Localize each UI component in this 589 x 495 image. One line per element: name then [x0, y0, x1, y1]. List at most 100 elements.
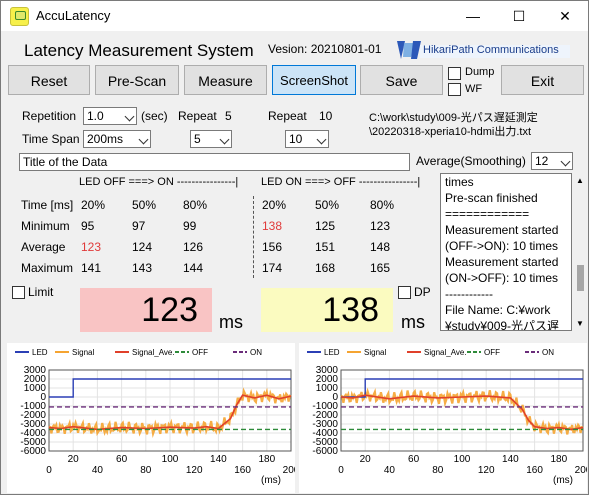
log-line: ¥study¥009-光パス遅延	[445, 319, 560, 331]
off-on-min-50: 97	[132, 219, 146, 233]
on-off-col-50: 50%	[315, 198, 340, 212]
off-on-result-box: 123	[80, 288, 212, 332]
exit-button[interactable]: Exit	[501, 65, 584, 95]
timespan-select[interactable]: 200ms	[83, 130, 151, 148]
screenshot-button[interactable]: ScreenShot	[272, 65, 356, 95]
repetition-value: 1.0	[87, 109, 104, 123]
off-on-avg-50: 124	[132, 240, 153, 254]
on-off-col-20: 20%	[262, 198, 287, 212]
log-textbox[interactable]: times Pre-scan finished ============ Mea…	[440, 173, 572, 331]
off-on-col-20: 20%	[81, 198, 106, 212]
on-off-min-20: 138	[262, 219, 283, 233]
off-on-col-80: 80%	[183, 198, 208, 212]
log-scrollbar[interactable]: ▲ ▼	[573, 173, 588, 331]
prescan-button[interactable]: Pre-Scan	[95, 65, 179, 95]
x-tick-label: 60	[408, 454, 420, 465]
legend-label: OFF	[484, 348, 500, 357]
close-button[interactable]: ✕	[542, 1, 588, 31]
window-title: AccuLatency	[36, 8, 111, 23]
x-tick-label: 100	[454, 454, 471, 465]
on-off-max-50: 168	[315, 261, 336, 275]
dump-checkbox[interactable]	[448, 67, 461, 80]
on-off-chart: LED Signal Signal_Ave. OFF ON 3000 2000 1000 0 -1…	[299, 343, 588, 493]
version-label: Vesion: 20210801-01	[268, 42, 382, 56]
section-divider	[253, 196, 254, 278]
off-on-min-80: 99	[183, 219, 197, 233]
wf-checkbox[interactable]	[448, 83, 461, 96]
x-tick-label: 20	[68, 454, 80, 465]
wf-label: WF	[465, 83, 483, 95]
save-button[interactable]: Save	[360, 65, 443, 95]
reset-button[interactable]: Reset	[8, 65, 90, 95]
legend-label: OFF	[192, 348, 208, 357]
timespan-label: Time Span	[22, 132, 80, 146]
average-label: Average(Smoothing)	[416, 154, 526, 168]
x-tick-label: 60	[116, 454, 128, 465]
maximize-button[interactable]: ☐	[496, 1, 542, 31]
dp-label: DP	[414, 285, 431, 299]
repetition-unit: (sec)	[141, 109, 168, 123]
log-line: ------------	[445, 287, 493, 301]
x-axis-label: (ms)	[553, 475, 573, 486]
data-title-input[interactable]: Title of the Data	[19, 153, 410, 171]
dp-checkbox[interactable]	[398, 286, 411, 299]
repetition-select[interactable]: 1.0	[83, 107, 137, 125]
repeat2-value: 10	[319, 109, 333, 123]
x-tick-label: 200	[283, 465, 295, 476]
file-path-line2: \20220318-xperia10-hdmi出力.txt	[369, 126, 532, 138]
off-on-avg-80: 126	[183, 240, 204, 254]
scroll-down-icon[interactable]: ▼	[576, 319, 584, 328]
off-on-chart-svg: LED Signal Signal_Ave. OFF ON3000200010000-1…	[15, 348, 300, 486]
repeat2-select[interactable]: 10	[285, 130, 329, 148]
scroll-thumb[interactable]	[577, 265, 584, 291]
on-off-chart-svg: LED Signal Signal_Ave. OFF ON3000200010000-1…	[307, 348, 588, 486]
row-label-time: Time [ms]	[21, 198, 74, 212]
x-tick-label: 80	[432, 465, 444, 476]
on-off-min-80: 123	[370, 219, 391, 233]
page-title: Latency Measurement System	[24, 41, 254, 60]
x-tick-label: 120	[478, 465, 495, 476]
average-select[interactable]: 12	[531, 152, 573, 170]
legend-label: LED	[324, 348, 340, 357]
x-tick-label: 140	[502, 454, 519, 465]
log-line: (OFF->ON): 10 times	[445, 239, 559, 253]
on-off-avg-80: 148	[370, 240, 391, 254]
chevron-down-icon	[219, 134, 230, 145]
on-off-max-20: 174	[262, 261, 283, 275]
scroll-up-icon[interactable]: ▲	[576, 176, 584, 185]
repeat1-label: Repeat	[178, 109, 217, 123]
repeat1-value: 5	[225, 109, 232, 123]
log-line: File Name: C:¥work	[445, 303, 551, 317]
off-on-avg-20: 123	[81, 240, 102, 254]
off-on-header: LED OFF ===> ON ----------------|	[79, 176, 239, 188]
repeat1-select-value: 5	[194, 132, 201, 146]
off-on-result-value: 123	[141, 291, 198, 329]
y-tick-label: -6000	[20, 446, 46, 457]
log-line: (ON->OFF): 10 times	[445, 271, 559, 285]
x-tick-label: 140	[210, 454, 227, 465]
limit-label: Limit	[28, 285, 54, 299]
x-tick-label: 0	[46, 465, 52, 476]
legend-label: ON	[542, 348, 554, 357]
x-tick-label: 40	[92, 465, 104, 476]
on-off-max-80: 165	[370, 261, 391, 275]
chevron-down-icon	[560, 156, 571, 167]
log-line: ============	[445, 207, 530, 221]
row-label-maximum: Maximum	[21, 261, 74, 275]
x-tick-label: 160	[526, 465, 543, 476]
on-off-col-80: 80%	[370, 198, 395, 212]
on-off-avg-20: 156	[262, 240, 283, 254]
measure-button[interactable]: Measure	[184, 65, 267, 95]
off-on-max-20: 141	[81, 261, 102, 275]
x-tick-label: 200	[575, 465, 587, 476]
minimize-button[interactable]: —	[450, 1, 496, 31]
repeat1-select[interactable]: 5	[190, 130, 232, 148]
average-value: 12	[535, 154, 549, 168]
limit-checkbox[interactable]	[12, 286, 25, 299]
repeat2-label: Repeat	[268, 109, 307, 123]
x-tick-label: 120	[186, 465, 203, 476]
log-line: times	[445, 175, 474, 189]
on-off-avg-50: 151	[315, 240, 336, 254]
row-label-minimum: Minimum	[21, 219, 70, 233]
title-bar[interactable]: AccuLatency — ☐ ✕	[1, 1, 588, 31]
